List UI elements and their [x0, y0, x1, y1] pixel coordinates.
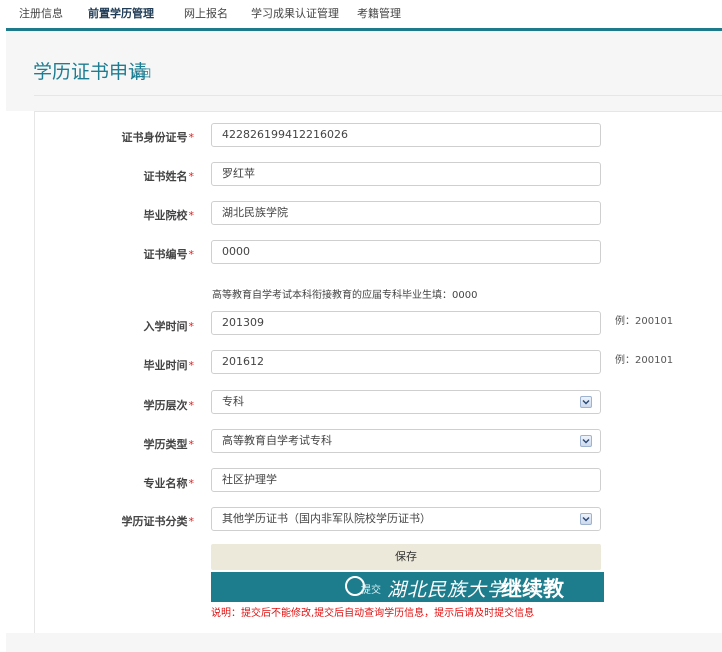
enroll-date-hint: 例：200101 — [615, 316, 674, 327]
school-input[interactable]: 湖北民族学院 — [211, 201, 601, 225]
chevron-down-icon[interactable] — [580, 435, 592, 447]
label-name: 证书姓名* — [143, 170, 195, 183]
required-mark: * — [188, 477, 195, 490]
enroll-date-input[interactable]: 201309 — [211, 311, 601, 335]
nav-item-exam-records[interactable]: 考籍管理 — [357, 5, 401, 21]
top-nav: 注册信息 前置学历管理 网上报名 学习成果认证管理 考籍管理 — [0, 0, 722, 28]
name-input[interactable]: 罗红苹 — [211, 162, 601, 186]
required-mark: * — [188, 359, 195, 372]
required-mark: * — [188, 438, 195, 451]
grad-date-hint: 例：200101 — [615, 355, 674, 366]
grad-date-input[interactable]: 201612 — [211, 350, 601, 374]
page-header: 学历证书申请 返回 — [6, 31, 722, 111]
major-input[interactable]: 社区护理学 — [211, 468, 601, 492]
label-edu-level: 学历层次* — [143, 399, 195, 412]
label-major: 专业名称* — [143, 477, 195, 490]
label-id-number: 证书身份证号* — [121, 131, 195, 144]
nav-item-learning-outcome[interactable]: 学习成果认证管理 — [251, 5, 339, 21]
edu-type-select[interactable]: 高等教育自学考试专科 — [211, 429, 601, 453]
label-edu-type: 学历类型* — [143, 438, 195, 451]
nav-item-online-registration[interactable]: 网上报名 — [184, 5, 228, 21]
cert-category-value: 其他学历证书（国内非军队院校学历证书） — [222, 512, 431, 525]
header-divider — [34, 95, 722, 96]
university-banner[interactable]: 提交 湖北民族大学 继续教 — [211, 572, 604, 602]
required-mark: * — [188, 131, 195, 144]
nav-item-registration-info[interactable]: 注册信息 — [19, 5, 63, 21]
required-mark: * — [188, 320, 195, 333]
label-cert-number: 证书编号* — [143, 248, 195, 261]
required-mark: * — [188, 515, 195, 528]
cert-number-input[interactable]: 0000 — [211, 240, 601, 264]
submit-button-label: 提交 — [361, 585, 381, 596]
brand-text-bold: 继续教 — [501, 577, 564, 601]
required-mark: * — [188, 170, 195, 183]
save-button[interactable]: 保存 — [211, 544, 601, 570]
page-title: 学历证书申请 — [33, 61, 148, 83]
label-grad-date: 毕业时间* — [143, 359, 195, 372]
edu-type-value: 高等教育自学考试专科 — [222, 434, 332, 447]
id-number-input[interactable]: 422826199412216026 — [211, 123, 601, 147]
required-mark: * — [188, 209, 195, 222]
label-school: 毕业院校* — [143, 209, 195, 222]
cert-category-select[interactable]: 其他学历证书（国内非军队院校学历证书） — [211, 507, 601, 531]
brand-text: 湖北民族大学 — [387, 579, 508, 601]
footer-strip — [6, 633, 722, 652]
edu-level-value: 专科 — [222, 395, 244, 408]
chevron-down-icon[interactable] — [580, 513, 592, 525]
required-mark: * — [188, 248, 195, 261]
label-cert-category: 学历证书分类* — [121, 515, 195, 528]
back-link[interactable]: 返回 — [131, 65, 151, 80]
cert-number-note: 高等教育自学考试本科衔接教育的应届专科毕业生填：0000 — [212, 290, 478, 301]
nav-item-prior-education[interactable]: 前置学历管理 — [88, 5, 154, 21]
edu-level-select[interactable]: 专科 — [211, 390, 601, 414]
chevron-down-icon[interactable] — [580, 396, 592, 408]
submit-warning: 说明：提交后不能修改,提交后自动查询学历信息，提示后请及时提交信息 — [211, 608, 535, 619]
label-enroll-date: 入学时间* — [143, 320, 195, 333]
required-mark: * — [188, 399, 195, 412]
